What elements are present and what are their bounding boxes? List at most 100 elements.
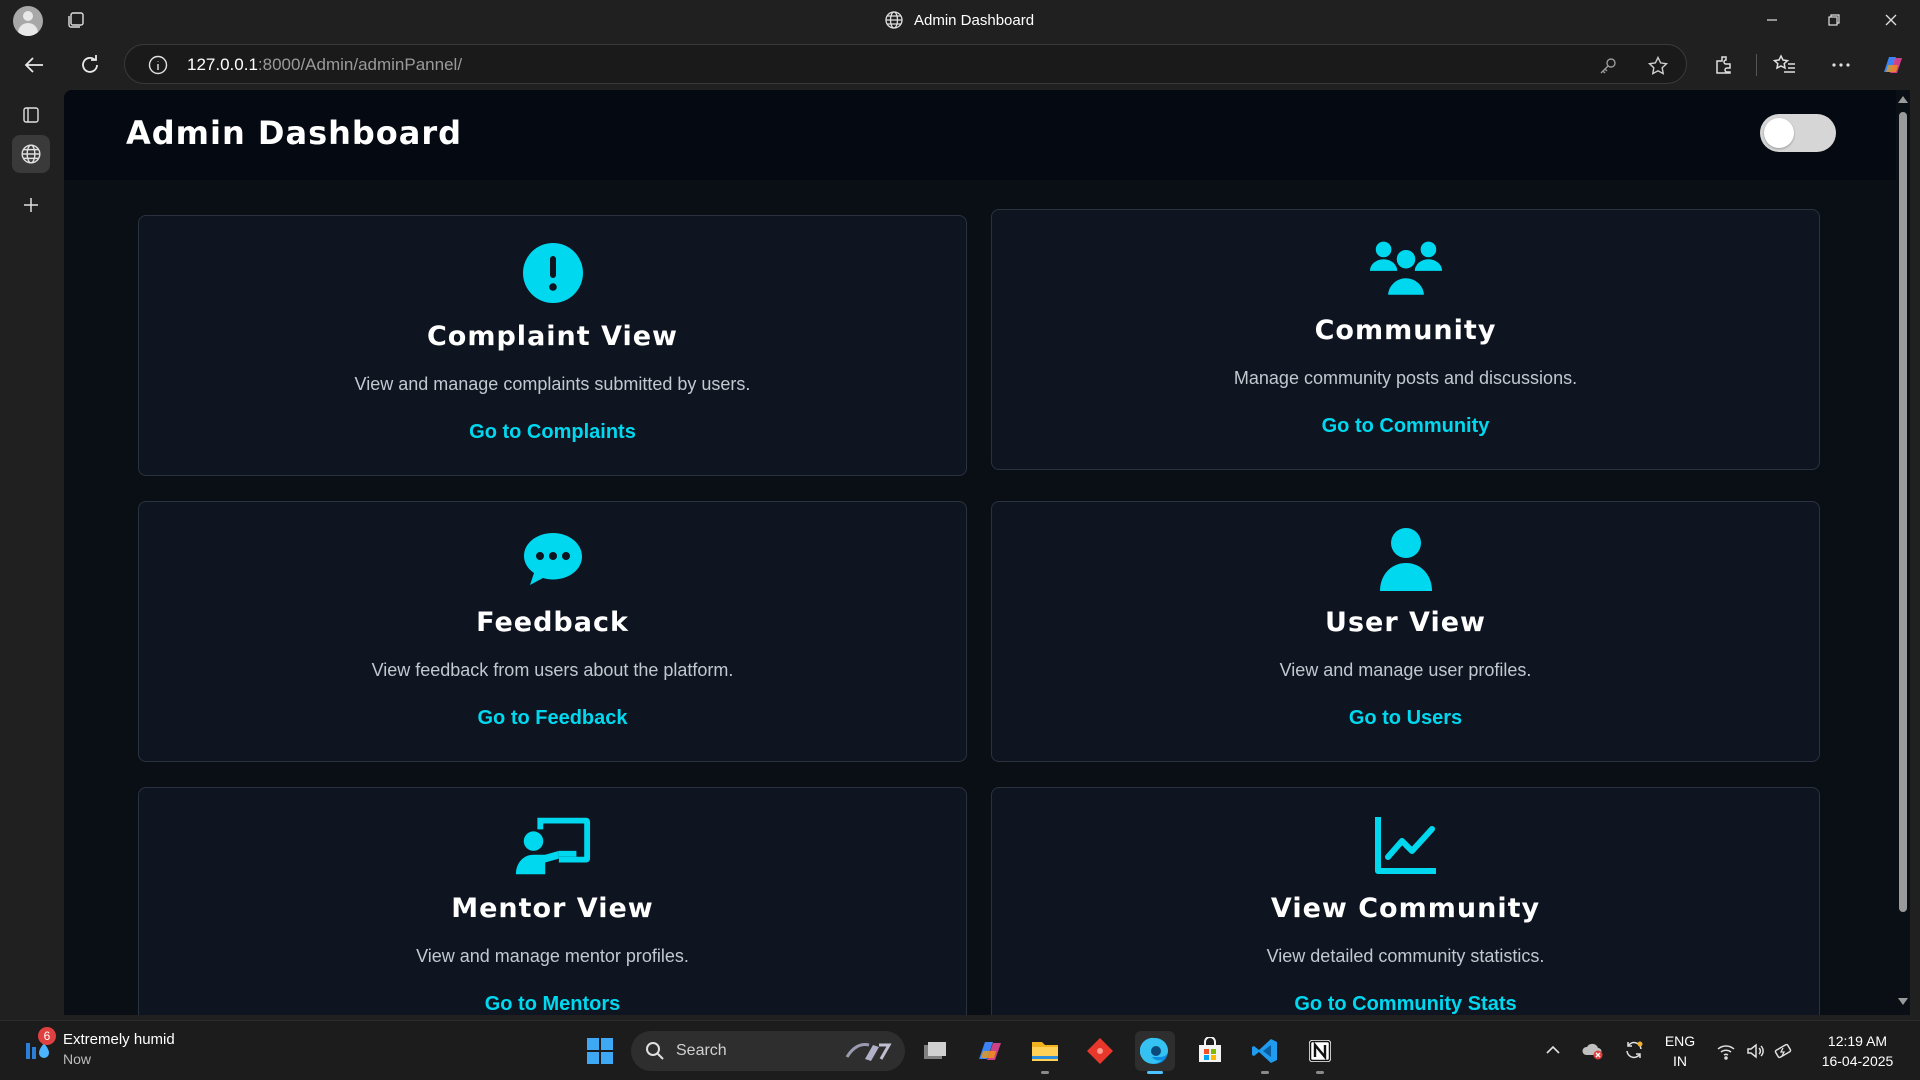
running-indicator [1316,1071,1324,1074]
more-menu-icon[interactable] [1828,52,1854,78]
back-arrow-icon[interactable] [22,52,48,78]
workspaces-icon[interactable] [66,10,86,30]
wifi-icon[interactable] [1716,1041,1736,1061]
weather-badge: 6 [38,1027,56,1045]
profile-avatar[interactable] [13,6,43,36]
tab-admin-dashboard[interactable] [12,135,50,173]
copilot-app[interactable] [970,1031,1010,1071]
taskbar-search[interactable]: Search [631,1031,905,1071]
page-scrollbar[interactable] [1896,90,1910,1015]
start-button[interactable] [580,1031,620,1071]
card-description: Manage community posts and discussions. [1233,368,1578,388]
language-bottom[interactable]: IN [1660,1053,1700,1069]
go-to-complaints-link[interactable]: Go to Complaints [139,421,966,444]
go-to-users-link[interactable]: Go to Users [992,707,1819,730]
sync-icon[interactable] [1623,1039,1645,1061]
task-view-button[interactable] [915,1031,955,1071]
plus-icon [24,198,38,212]
git-app[interactable] [1080,1031,1120,1071]
go-to-community-link[interactable]: Go to Community [992,415,1819,438]
user-icon [1344,526,1468,592]
vscode-app[interactable] [1245,1031,1285,1074]
edge-icon [1140,1037,1168,1064]
restore-icon[interactable] [1822,8,1846,32]
card-description: View detailed community statistics. [1266,946,1545,966]
scroll-up-arrow-icon[interactable] [1898,96,1908,103]
globe-icon [885,11,903,29]
file-explorer-app[interactable] [1025,1031,1065,1074]
search-label: Search [676,1042,727,1059]
web-content: Admin Dashboard Complaint View View and … [64,90,1904,1015]
card-description: View feedback from users about the platf… [371,660,734,680]
theme-toggle[interactable] [1760,114,1836,152]
page-title: Admin Dashboard [126,114,463,152]
users-group-icon [1344,234,1468,300]
go-to-mentors-link[interactable]: Go to Mentors [139,993,966,1015]
onedrive-error-icon[interactable] [1582,1039,1604,1061]
tab-actions-button[interactable] [12,96,50,134]
running-indicator [1147,1071,1163,1074]
go-to-community-stats-link[interactable]: Go to Community Stats [992,993,1819,1015]
scroll-down-arrow-icon[interactable] [1898,998,1908,1005]
card-title: Community [1314,315,1497,346]
notion-icon [1309,1040,1331,1062]
card-title: View Community [1270,893,1541,924]
language-top[interactable]: ENG [1660,1033,1700,1049]
card-title: Mentor View [451,893,654,924]
card-mentor-view: Mentor View View and manage mentor profi… [138,787,967,1015]
copilot-icon [979,1042,1001,1060]
copilot-icon[interactable] [1880,52,1906,78]
minimize-icon[interactable] [1760,8,1784,32]
card-feedback: Feedback View feedback from users about … [138,501,967,762]
running-indicator [1261,1071,1269,1074]
card-description: View and manage user profiles. [1279,660,1532,680]
card-user-view: User View View and manage user profiles.… [991,501,1820,762]
toolbar-divider [1756,54,1757,76]
store-icon [1199,1037,1221,1062]
card-view-community: View Community View detailed community s… [991,787,1820,1015]
close-icon[interactable] [1879,8,1903,32]
card-community: Community Manage community posts and dis… [991,209,1820,470]
globe-icon [21,144,41,164]
window-title: Admin Dashboard [884,9,1034,31]
favorite-star-icon[interactable] [1647,55,1669,77]
go-to-feedback-link[interactable]: Go to Feedback [139,707,966,730]
chevron-up-icon[interactable] [1544,1041,1562,1059]
tab-panel-icon [23,107,39,123]
favorites-list-icon[interactable] [1772,52,1798,78]
toggle-knob [1764,118,1794,148]
microsoft-store-app[interactable] [1190,1031,1230,1071]
battery-icon[interactable] [1774,1041,1794,1061]
clock-time[interactable]: 12:19 AM [1810,1033,1905,1049]
search-highlight-icon [845,1043,892,1061]
extensions-icon[interactable] [1712,52,1738,78]
window-title-text: Admin Dashboard [914,11,1035,29]
url-host: 127.0.0.1 [187,55,258,74]
notion-app[interactable] [1300,1031,1340,1074]
git-diamond-icon [1087,1038,1113,1064]
url-path: :8000/Admin/adminPannel/ [257,55,463,74]
refresh-icon[interactable] [77,52,103,78]
url-text[interactable]: 127.0.0.1:8000/Admin/adminPannel/ [187,55,462,75]
windows-logo-icon [587,1038,613,1064]
vertical-tabs-sidebar [0,90,62,1015]
card-description: View and manage mentor profiles. [416,946,689,966]
card-title: User View [1325,607,1486,638]
scroll-thumb[interactable] [1899,112,1907,912]
browser-toolbar: 127.0.0.1:8000/Admin/adminPannel/ [0,40,1920,90]
weather-text[interactable]: Extremely humid [63,1031,175,1048]
running-indicator [1041,1071,1049,1074]
edge-app[interactable] [1135,1031,1175,1074]
windows-taskbar: 6 Extremely humid Now Search ENG IN 12:1… [0,1020,1920,1080]
chat-bubble-icon [491,526,615,592]
password-key-icon[interactable] [1597,55,1619,77]
clock-date[interactable]: 16-04-2025 [1810,1053,1905,1069]
volume-icon[interactable] [1745,1041,1765,1061]
address-bar[interactable]: 127.0.0.1:8000/Admin/adminPannel/ [124,44,1687,84]
site-info-icon[interactable] [147,54,169,76]
new-tab-button[interactable] [12,186,50,224]
vscode-icon [1252,1039,1277,1063]
line-chart-icon [1344,812,1468,878]
card-title: Complaint View [426,321,678,352]
task-view-icon [924,1042,946,1059]
